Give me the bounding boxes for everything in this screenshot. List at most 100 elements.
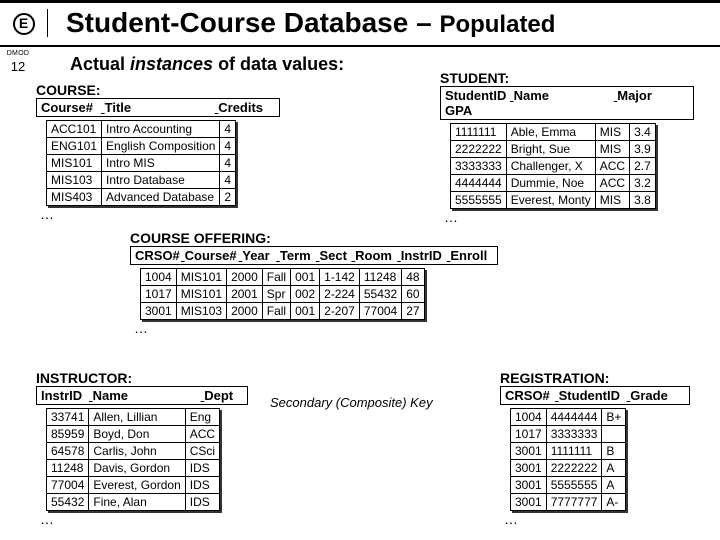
title-sub: Populated xyxy=(439,11,555,38)
instructor-ellipsis: … xyxy=(36,511,248,527)
composite-key-note: Secondary (Composite) Key xyxy=(270,395,433,410)
left-label: DMOD xyxy=(0,50,36,57)
offering-label: COURSE OFFERING: xyxy=(130,230,498,246)
table-cell: 3.9 xyxy=(630,141,656,158)
table-cell: 4 xyxy=(220,121,236,138)
table-cell: ACC xyxy=(185,426,219,443)
table-row: ACC101Intro Accounting4 xyxy=(47,121,236,138)
table-cell: Intro Database xyxy=(102,172,220,189)
table-cell: 3001 xyxy=(141,303,177,320)
page-title: Student-Course Database – Populated xyxy=(48,7,555,39)
student-table: 1111111Able, EmmaMIS3.42222222Bright, Su… xyxy=(450,123,656,209)
table-cell: 5555555 xyxy=(451,192,507,209)
instructor-h2: Name xyxy=(93,388,201,403)
table-cell: 64578 xyxy=(47,443,89,460)
table-cell: 1017 xyxy=(511,426,547,443)
title-sep: – xyxy=(408,7,439,38)
table-cell: 2222222 xyxy=(451,141,507,158)
table-cell: MIS xyxy=(595,192,629,209)
page-number: 12 xyxy=(0,59,36,74)
registration-header: CRSO# StudentID Grade xyxy=(500,386,690,405)
table-row: 10173333333 xyxy=(511,426,626,443)
table-cell: 4 xyxy=(220,138,236,155)
registration-label: REGISTRATION: xyxy=(500,370,690,386)
table-cell: 4444444 xyxy=(546,409,602,426)
table-row: 30017777777A- xyxy=(511,494,626,511)
table-cell: Allen, Lillian xyxy=(89,409,185,426)
registration-h1: CRSO# xyxy=(505,388,555,403)
table-cell: 3001 xyxy=(511,477,547,494)
table-cell: MIS xyxy=(595,141,629,158)
offering-h3: Year xyxy=(242,248,276,263)
table-cell: 60 xyxy=(402,286,424,303)
table-row: 3001MIS1032000Fall0012-2077700427 xyxy=(141,303,425,320)
table-row: 77004Everest, GordonIDS xyxy=(47,477,220,494)
table-cell: A xyxy=(602,477,626,494)
offering-header: CRSO# Course# Year Term Sect Room InstrI… xyxy=(130,246,498,265)
table-cell: 2000 xyxy=(227,269,263,286)
table-cell: 2-224 xyxy=(320,286,360,303)
offering-h7: InstrID xyxy=(401,248,447,263)
header-bar: E Student-Course Database – Populated xyxy=(0,0,720,47)
registration-h2: StudentID xyxy=(559,388,627,403)
title-main: Student-Course Database xyxy=(66,7,408,38)
course-h3: Credits xyxy=(218,100,263,115)
instructor-label: INSTRUCTOR: xyxy=(36,370,248,386)
table-cell: 001 xyxy=(291,303,320,320)
offering-block: COURSE OFFERING: CRSO# Course# Year Term… xyxy=(130,230,498,336)
table-cell: English Composition xyxy=(102,138,220,155)
table-row: 1017MIS1012001Spr0022-2245543260 xyxy=(141,286,425,303)
table-cell: Eng xyxy=(185,409,219,426)
table-cell: 7777777 xyxy=(546,494,602,511)
subtitle-a: Actual xyxy=(70,54,130,74)
table-cell: 11248 xyxy=(47,460,89,477)
instructor-h1: InstrID xyxy=(41,388,89,403)
table-cell: Boyd, Don xyxy=(89,426,185,443)
registration-h3: Grade xyxy=(630,388,668,403)
table-cell: ACC xyxy=(595,158,629,175)
course-header: Course# Title Credits xyxy=(36,98,280,117)
table-cell: Bright, Sue xyxy=(506,141,595,158)
registration-block: REGISTRATION: CRSO# StudentID Grade 1004… xyxy=(500,370,690,527)
instructor-h3: Dept xyxy=(204,388,233,403)
table-cell xyxy=(602,426,626,443)
table-cell: 55432 xyxy=(359,286,401,303)
table-cell: CSci xyxy=(185,443,219,460)
table-cell: ACC xyxy=(595,175,629,192)
subtitle-c: of data values: xyxy=(213,54,344,74)
table-cell: MIS101 xyxy=(47,155,102,172)
table-cell: Intro MIS xyxy=(102,155,220,172)
table-row: MIS103Intro Database4 xyxy=(47,172,236,189)
table-row: 1111111Able, EmmaMIS3.4 xyxy=(451,124,656,141)
table-cell: MIS101 xyxy=(176,286,226,303)
table-cell: 3333333 xyxy=(451,158,507,175)
instructor-header: InstrID Name Dept xyxy=(36,386,248,405)
table-cell: 4 xyxy=(220,155,236,172)
registration-ellipsis: … xyxy=(500,511,690,527)
table-row: 4444444Dummie, NoeACC3.2 xyxy=(451,175,656,192)
table-row: 11248Davis, GordonIDS xyxy=(47,460,220,477)
table-cell: B+ xyxy=(602,409,626,426)
subtitle: Actual instances of data values: xyxy=(70,54,344,75)
student-label: STUDENT: xyxy=(440,70,694,86)
table-cell: 3001 xyxy=(511,494,547,511)
table-cell: 3001 xyxy=(511,460,547,477)
table-cell: MIS103 xyxy=(176,303,226,320)
student-h1: StudentID xyxy=(445,88,510,103)
table-row: 30015555555A xyxy=(511,477,626,494)
offering-table: 1004MIS1012000Fall0011-14211248481017MIS… xyxy=(140,268,425,320)
registration-table: 10044444444B+1017333333330011111111B3001… xyxy=(510,408,626,511)
table-cell: MIS403 xyxy=(47,189,102,206)
table-cell: 2222222 xyxy=(546,460,602,477)
table-row: ENG101English Composition4 xyxy=(47,138,236,155)
student-h2: Name xyxy=(514,88,614,103)
table-cell: 27 xyxy=(402,303,424,320)
table-cell: 33741 xyxy=(47,409,89,426)
table-row: 30011111111B xyxy=(511,443,626,460)
table-cell: 1-142 xyxy=(320,269,360,286)
table-cell: A- xyxy=(602,494,626,511)
table-cell: Advanced Database xyxy=(102,189,220,206)
table-cell: IDS xyxy=(185,460,219,477)
offering-h8: Enroll xyxy=(450,248,487,263)
table-cell: IDS xyxy=(185,477,219,494)
